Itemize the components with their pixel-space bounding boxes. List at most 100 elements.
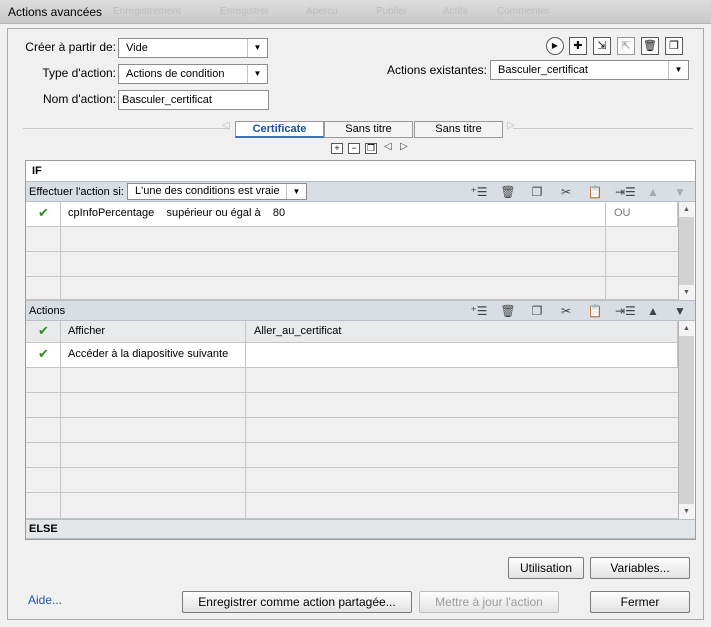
update-action-button[interactable]: Mettre à jour l'action bbox=[419, 591, 559, 613]
create-from-label: Créer à partir de: bbox=[25, 40, 116, 54]
else-bar[interactable]: ELSE bbox=[26, 519, 695, 539]
tab-scroll-right-icon[interactable]: ▷ bbox=[507, 120, 515, 131]
existing-actions-select[interactable]: Basculer_certificat ▼ bbox=[490, 60, 689, 80]
close-button[interactable]: Fermer bbox=[590, 591, 690, 613]
tab-sans-titre-1[interactable]: Sans titre bbox=[324, 121, 413, 138]
scroll-up-icon[interactable]: ▲ bbox=[679, 202, 694, 217]
conditions-scrollbar[interactable]: ▲ ▼ bbox=[678, 202, 694, 300]
condition-panel: IF Effectuer l'action si: L'une des cond… bbox=[25, 160, 696, 540]
add-icon[interactable]: ✚ bbox=[569, 37, 587, 55]
insert-condition-icon[interactable]: ⇥☰ bbox=[615, 184, 636, 200]
scroll-up-icon[interactable]: ▲ bbox=[679, 321, 694, 336]
check-icon: ✔ bbox=[38, 346, 49, 361]
action-type-select[interactable]: Actions de condition ▼ bbox=[118, 64, 268, 84]
chevron-down-icon: ▼ bbox=[668, 61, 688, 79]
cut-action-icon[interactable]: ✂ bbox=[557, 303, 575, 319]
scroll-down-icon[interactable]: ▼ bbox=[679, 285, 694, 300]
existing-actions-label: Actions existantes: bbox=[386, 63, 487, 77]
table-row[interactable] bbox=[26, 393, 678, 418]
import-icon[interactable]: ⇲ bbox=[593, 37, 611, 55]
condition-value: 80 bbox=[272, 207, 286, 219]
copy-condition-icon[interactable]: ❐ bbox=[528, 184, 546, 200]
action-name-label: Nom d'action: bbox=[43, 92, 116, 106]
table-row[interactable]: ✔ Accéder à la diapositive suivante bbox=[26, 343, 678, 368]
table-row[interactable] bbox=[26, 227, 678, 252]
row-check-cell[interactable]: ✔ bbox=[26, 321, 61, 342]
empty-cell bbox=[26, 227, 61, 251]
variables-button[interactable]: Variables... bbox=[590, 557, 690, 579]
check-icon: ✔ bbox=[38, 205, 49, 220]
add-tab-icon[interactable]: + bbox=[331, 143, 343, 154]
tab-sans-titre-2[interactable]: Sans titre bbox=[414, 121, 503, 138]
table-row[interactable]: ✔ Afficher Aller_au_certificat bbox=[26, 321, 678, 343]
action-target-cell[interactable] bbox=[246, 343, 678, 367]
tab-certificate[interactable]: Certificate bbox=[235, 121, 324, 138]
cut-condition-icon[interactable]: ✂ bbox=[557, 184, 575, 200]
save-shared-action-button[interactable]: Enregistrer comme action partagée... bbox=[182, 591, 412, 613]
window-title: Actions avancées bbox=[8, 5, 103, 19]
condition-expression[interactable]: cpInfoPercentage supérieur ou égal à 80 bbox=[61, 202, 606, 226]
empty-cell bbox=[26, 368, 61, 392]
paste-condition-icon[interactable]: 📋 bbox=[586, 184, 604, 200]
actions-scrollbar[interactable]: ▲ ▼ bbox=[678, 321, 694, 519]
ghost-tab-5: Actifs bbox=[443, 6, 468, 17]
copy-action-icon[interactable]: ❐ bbox=[528, 303, 546, 319]
next-tab-icon[interactable]: ▷ bbox=[400, 141, 408, 152]
table-row[interactable]: ✔ cpInfoPercentage supérieur ou égal à 8… bbox=[26, 202, 678, 227]
action-name-cell[interactable]: Accéder à la diapositive suivante bbox=[61, 343, 246, 367]
add-condition-icon[interactable]: ⁺☰ bbox=[470, 184, 488, 200]
empty-cell bbox=[61, 493, 246, 518]
move-up-icon[interactable]: ▲ bbox=[644, 184, 662, 200]
move-up-icon[interactable]: ▲ bbox=[644, 303, 662, 319]
empty-cell bbox=[26, 393, 61, 417]
table-row[interactable] bbox=[26, 368, 678, 393]
table-row[interactable] bbox=[26, 418, 678, 443]
action-target-cell[interactable]: Aller_au_certificat bbox=[246, 321, 678, 342]
empty-cell bbox=[61, 393, 246, 417]
check-icon: ✔ bbox=[38, 323, 49, 338]
duplicate-icon[interactable]: ❐ bbox=[665, 37, 683, 55]
conditions-grid: ✔ cpInfoPercentage supérieur ou égal à 8… bbox=[26, 202, 678, 300]
prev-tab-icon[interactable]: ◁ bbox=[384, 141, 392, 152]
delete-action-icon[interactable]: 🗑 bbox=[499, 303, 517, 319]
move-down-icon[interactable]: ▼ bbox=[671, 303, 689, 319]
row-check-cell[interactable]: ✔ bbox=[26, 202, 61, 226]
else-header: ELSE bbox=[29, 523, 58, 535]
help-link[interactable]: Aide... bbox=[28, 593, 62, 607]
tab-scroll-left-icon[interactable]: ◁ bbox=[222, 120, 230, 131]
perform-condition-select[interactable]: L'une des conditions est vraie ▼ bbox=[127, 183, 307, 200]
copy-tab-icon[interactable]: ❐ bbox=[365, 143, 377, 154]
empty-cell bbox=[61, 468, 246, 492]
insert-action-icon[interactable]: ⇥☰ bbox=[615, 303, 636, 319]
table-row[interactable] bbox=[26, 443, 678, 468]
empty-cell bbox=[26, 252, 61, 276]
add-action-icon[interactable]: ⁺☰ bbox=[470, 303, 488, 319]
table-row[interactable] bbox=[26, 493, 678, 519]
condition-operator: supérieur ou égal à bbox=[166, 207, 261, 219]
chevron-down-icon: ▼ bbox=[247, 39, 267, 57]
action-name-cell[interactable]: Afficher bbox=[61, 321, 246, 342]
preview-icon[interactable]: ▶ bbox=[546, 37, 564, 55]
row-check-cell[interactable]: ✔ bbox=[26, 343, 61, 367]
create-from-select[interactable]: Vide ▼ bbox=[118, 38, 268, 58]
empty-cell bbox=[26, 443, 61, 467]
export-icon[interactable]: ⇱ bbox=[617, 37, 635, 55]
remove-tab-icon[interactable]: − bbox=[348, 143, 360, 154]
table-row[interactable] bbox=[26, 277, 678, 300]
condition-logic[interactable]: OU bbox=[606, 202, 678, 226]
table-row[interactable] bbox=[26, 468, 678, 493]
actions-grid: ✔ Afficher Aller_au_certificat ✔ Accéder… bbox=[26, 321, 678, 519]
action-name-input[interactable]: Basculer_certificat bbox=[118, 90, 269, 110]
delete-condition-icon[interactable]: 🗑 bbox=[499, 184, 517, 200]
actions-toolbar: Actions ⁺☰ 🗑 ❐ ✂ 📋 ⇥☰ ▲ ▼ bbox=[26, 300, 695, 321]
empty-cell bbox=[26, 277, 61, 299]
ghost-tab-2: Enregistrer bbox=[220, 6, 269, 17]
separator-right bbox=[513, 128, 693, 129]
usage-button[interactable]: Utilisation bbox=[508, 557, 584, 579]
paste-action-icon[interactable]: 📋 bbox=[586, 303, 604, 319]
scroll-down-icon[interactable]: ▼ bbox=[679, 504, 694, 519]
table-row[interactable] bbox=[26, 252, 678, 277]
empty-cell bbox=[61, 252, 606, 276]
move-down-icon[interactable]: ▼ bbox=[671, 184, 689, 200]
delete-icon[interactable]: 🗑 bbox=[641, 37, 659, 55]
